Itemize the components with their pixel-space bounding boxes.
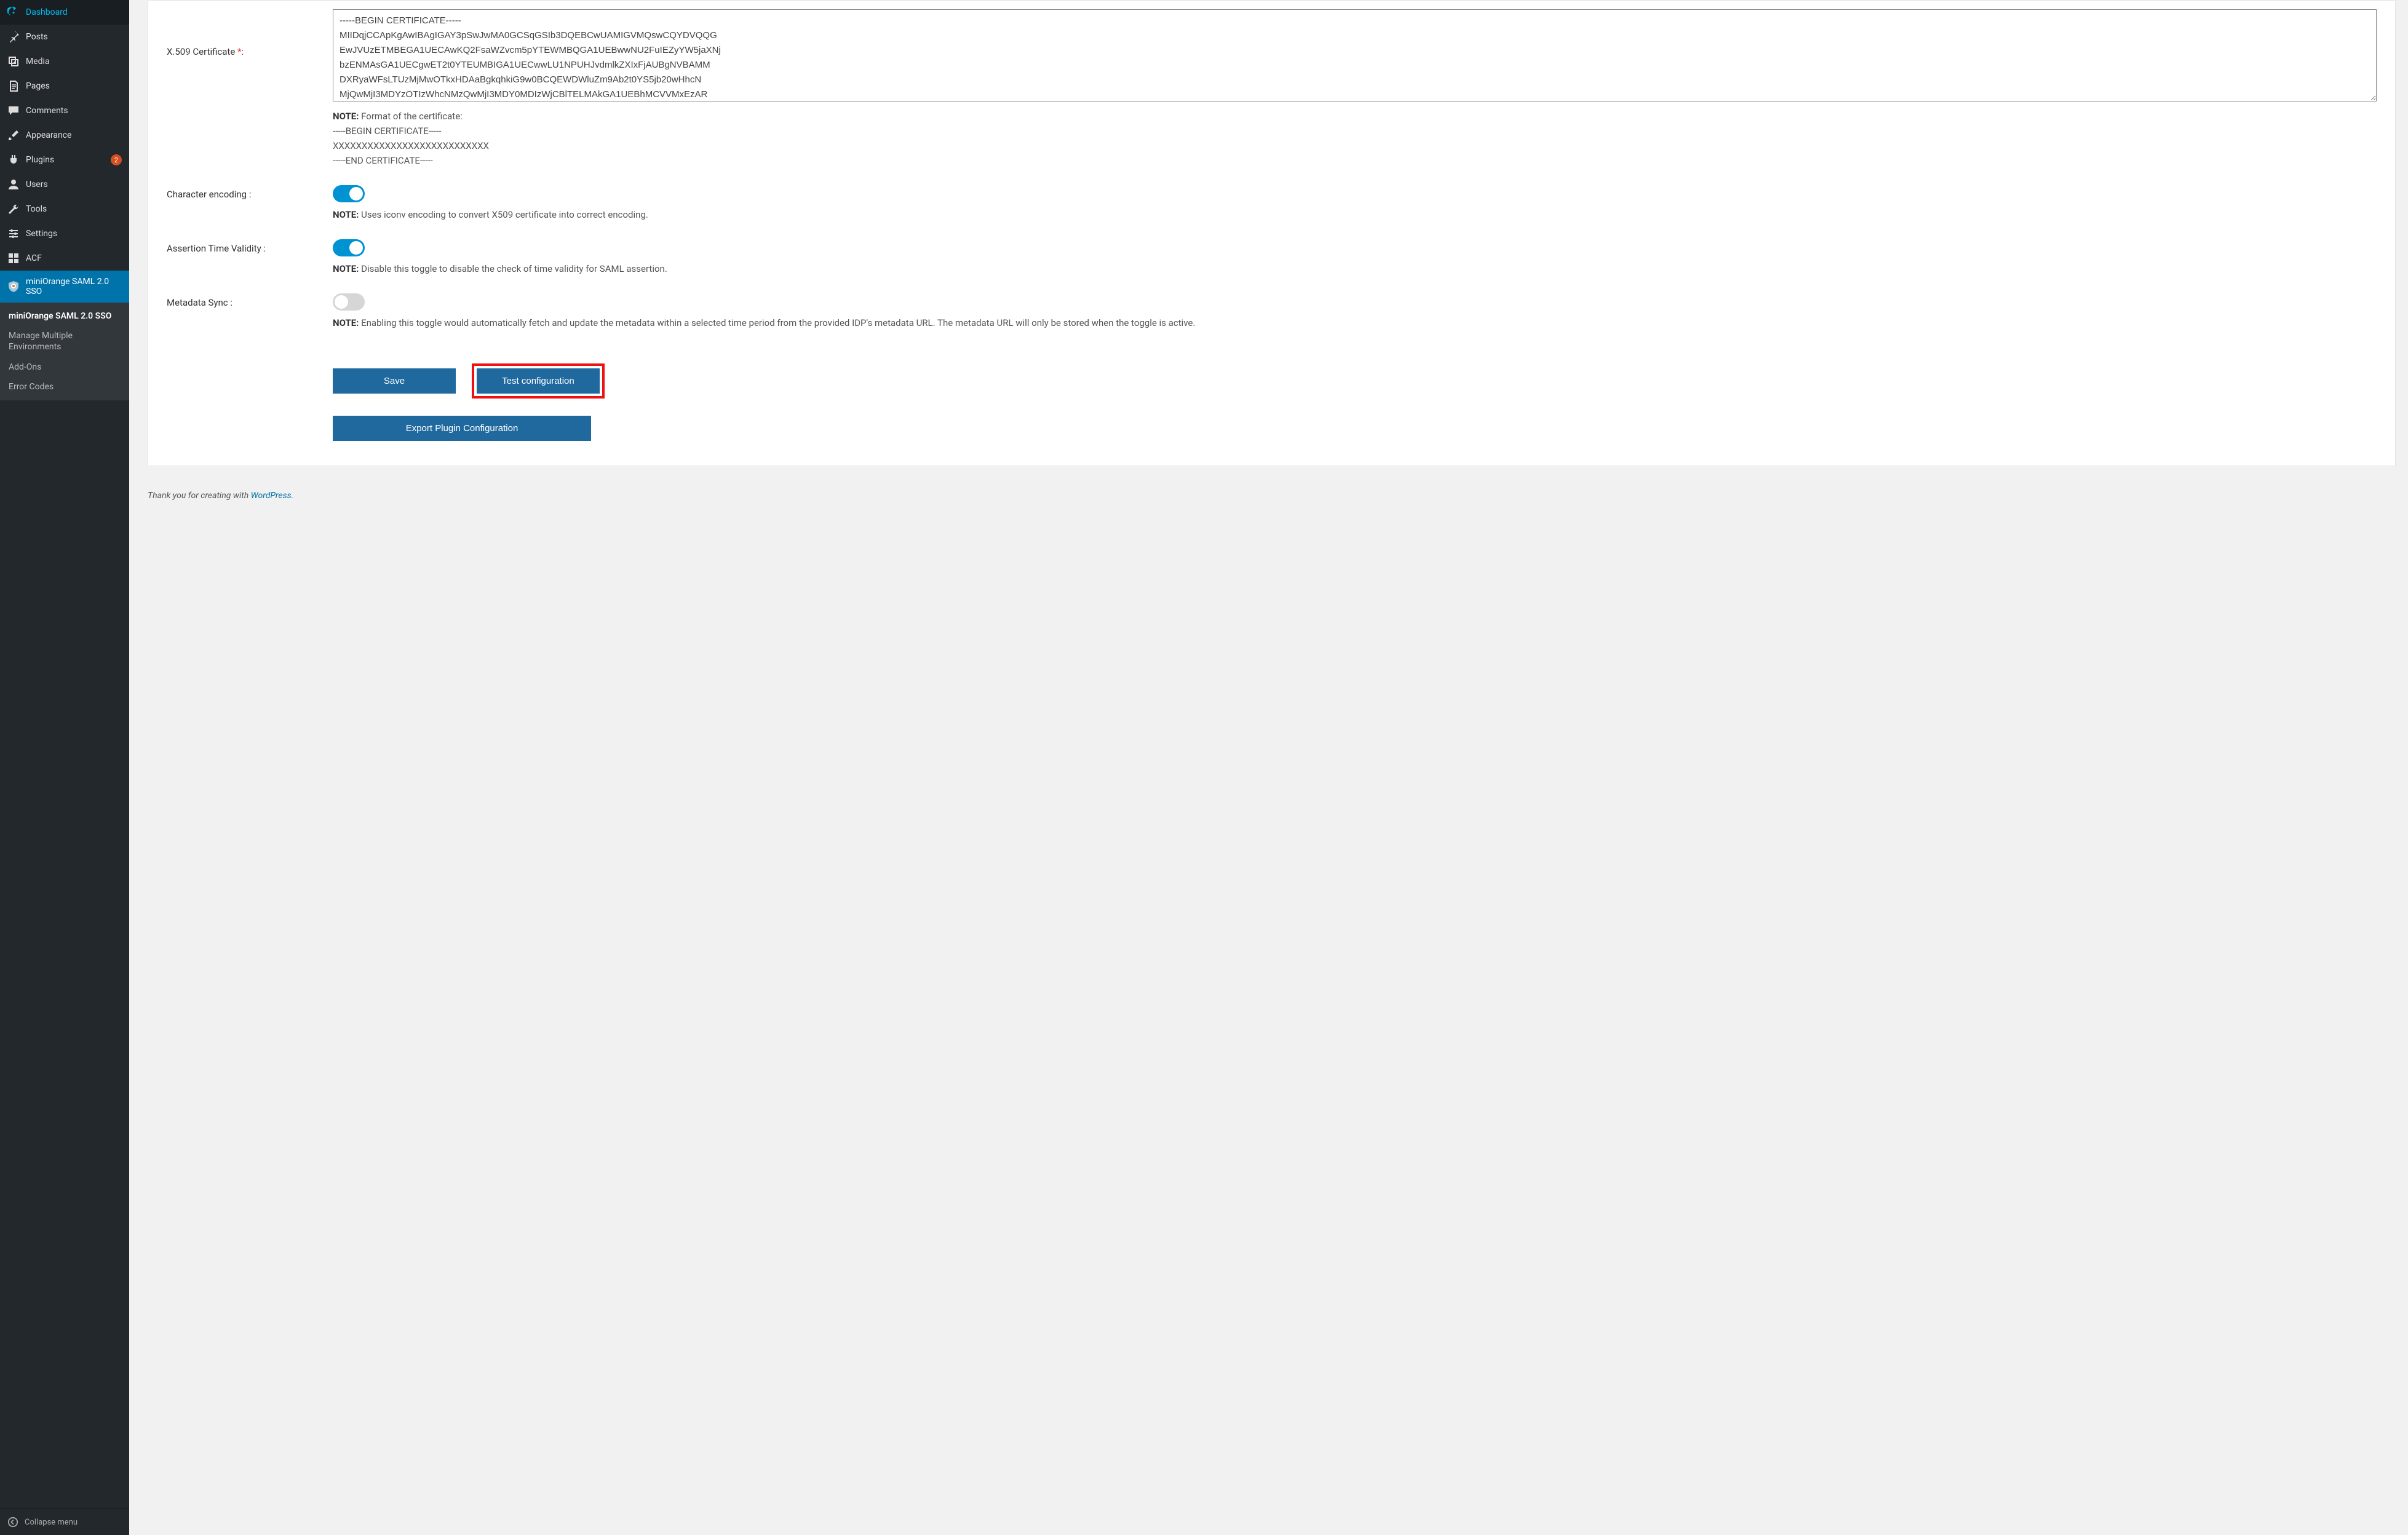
row-metadata-sync: Metadata Sync : NOTE: Enabling this togg… — [167, 285, 2377, 339]
row-assertion-time: Assertion Time Validity : NOTE: Disable … — [167, 231, 2377, 285]
sliders-icon — [7, 228, 20, 240]
menu-comments[interactable]: Comments — [0, 98, 129, 123]
collapse-icon — [7, 1517, 18, 1528]
msync-label: Metadata Sync : — [167, 293, 333, 308]
menu-pages[interactable]: Pages — [0, 74, 129, 98]
wordpress-link[interactable]: WordPress — [251, 491, 292, 501]
menu-media[interactable]: Media — [0, 49, 129, 74]
user-icon — [7, 178, 20, 191]
cert-textarea[interactable] — [333, 9, 2377, 101]
assertion-label: Assertion Time Validity : — [167, 239, 333, 254]
submenu-addons[interactable]: Add-Ons — [0, 357, 129, 377]
menu-label: Tools — [26, 204, 122, 214]
menu-posts[interactable]: Posts — [0, 25, 129, 49]
encoding-note: NOTE: Uses iconv encoding to convert X50… — [333, 207, 2377, 222]
export-config-button[interactable]: Export Plugin Configuration — [333, 416, 591, 441]
collapse-label: Collapse menu — [25, 1518, 77, 1527]
footer-text: . — [292, 491, 294, 501]
menu-label: Comments — [26, 106, 122, 116]
submenu: miniOrange SAML 2.0 SSO Manage Multiple … — [0, 303, 129, 400]
menu-label: Dashboard — [26, 7, 122, 17]
admin-sidebar: Dashboard Posts Media Pages Comments App… — [0, 0, 129, 1535]
menu-label: Posts — [26, 32, 122, 42]
dashboard-icon — [7, 6, 20, 18]
menu-users[interactable]: Users — [0, 172, 129, 197]
menu-label: Media — [26, 57, 122, 66]
brush-icon — [7, 129, 20, 141]
assertion-note: NOTE: Disable this toggle to disable the… — [333, 261, 2377, 276]
submenu-main[interactable]: miniOrange SAML 2.0 SSO — [0, 306, 129, 326]
footer-text: Thank you for creating with — [148, 491, 251, 501]
test-config-button[interactable]: Test configuration — [477, 368, 600, 394]
pages-icon — [7, 80, 20, 92]
settings-card: X.509 Certificate *: NOTE: Format of the… — [148, 0, 2396, 466]
menu-label: miniOrange SAML 2.0 SSO — [26, 277, 122, 296]
miniorange-icon — [7, 280, 20, 293]
menu-settings[interactable]: Settings — [0, 221, 129, 246]
assertion-toggle[interactable] — [333, 239, 365, 256]
note-text: Enabling this toggle would automatically… — [359, 317, 1195, 328]
comments-icon — [7, 105, 20, 117]
note-line: -----END CERTIFICATE----- — [333, 155, 433, 166]
menu-label: Users — [26, 180, 122, 189]
plug-icon — [7, 154, 20, 166]
menu-dashboard[interactable]: Dashboard — [0, 0, 129, 25]
test-highlight: Test configuration — [472, 363, 605, 399]
note-prefix: NOTE: — [333, 317, 359, 328]
cert-note: NOTE: Format of the certificate: -----BE… — [333, 109, 2377, 168]
menu-plugins[interactable]: Plugins 2 — [0, 148, 129, 172]
cert-label-text: X.509 Certificate — [167, 46, 237, 57]
menu-label: Appearance — [26, 130, 122, 140]
required-mark: * — [237, 46, 241, 57]
cert-label: X.509 Certificate *: — [167, 9, 333, 57]
media-icon — [7, 55, 20, 68]
note-text: Disable this toggle to disable the check… — [359, 263, 667, 274]
msync-toggle[interactable] — [333, 293, 365, 311]
footer: Thank you for creating with WordPress. — [148, 491, 2390, 501]
encoding-label: Character encoding : — [167, 185, 333, 200]
note-prefix: NOTE: — [333, 209, 359, 220]
grid-icon — [7, 252, 20, 264]
note-text: Format of the certificate: — [359, 111, 462, 122]
wrench-icon — [7, 203, 20, 215]
row-certificate: X.509 Certificate *: NOTE: Format of the… — [167, 1, 2377, 177]
menu-label: Settings — [26, 229, 122, 239]
update-badge: 2 — [111, 154, 122, 165]
menu-label: Plugins — [26, 155, 105, 165]
submenu-error-codes[interactable]: Error Codes — [0, 377, 129, 397]
note-text: Uses iconv encoding to convert X509 cert… — [359, 209, 648, 220]
note-line: XXXXXXXXXXXXXXXXXXXXXXXXXXX — [333, 140, 489, 151]
menu-tools[interactable]: Tools — [0, 197, 129, 221]
note-prefix: NOTE: — [333, 263, 359, 274]
submenu-environments[interactable]: Manage Multiple Environments — [0, 326, 129, 357]
menu-acf[interactable]: ACF — [0, 246, 129, 271]
menu-label: ACF — [26, 253, 122, 263]
note-line: -----BEGIN CERTIFICATE----- — [333, 125, 441, 137]
pin-icon — [7, 31, 20, 43]
collapse-menu[interactable]: Collapse menu — [0, 1509, 129, 1535]
menu-appearance[interactable]: Appearance — [0, 123, 129, 148]
note-prefix: NOTE: — [333, 111, 359, 122]
encoding-toggle[interactable] — [333, 185, 365, 202]
menu-label: Pages — [26, 81, 122, 91]
msync-note: NOTE: Enabling this toggle would automat… — [333, 315, 2377, 330]
row-encoding: Character encoding : NOTE: Uses iconv en… — [167, 177, 2377, 231]
content-area: X.509 Certificate *: NOTE: Format of the… — [129, 0, 2408, 1535]
button-row: Save Test configuration Export Plugin Co… — [333, 363, 2377, 441]
save-button[interactable]: Save — [333, 368, 456, 394]
menu-miniorange-saml[interactable]: miniOrange SAML 2.0 SSO — [0, 271, 129, 303]
